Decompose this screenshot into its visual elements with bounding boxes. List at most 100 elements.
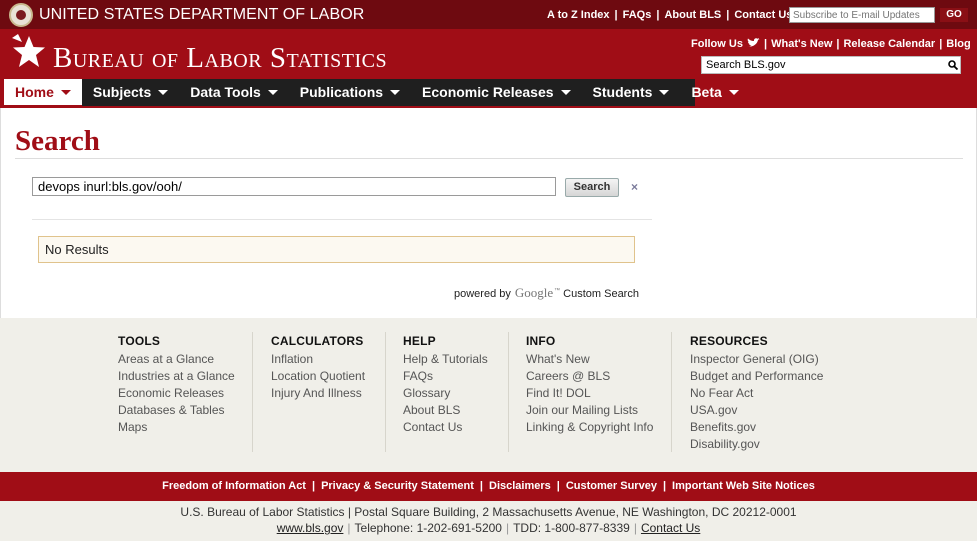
follow-us-label: Follow Us (691, 38, 743, 50)
subscribe-email-input[interactable] (789, 7, 935, 23)
bls-agency-name[interactable]: Bureau of Labor Statistics (53, 42, 387, 75)
dol-top-bar: UNITED STATES DEPARTMENT OF LABOR A to Z… (0, 0, 977, 29)
footer-link[interactable]: Careers @ BLS (526, 368, 653, 385)
title-divider (15, 158, 963, 159)
chevron-down-icon (390, 90, 401, 95)
main-nav: Home Subjects Data Tools Publications Ec… (0, 79, 977, 106)
footer-link[interactable]: Industries at a Glance (118, 368, 235, 385)
footer-column-info: INFO What's New Careers @ BLS Find It! D… (526, 334, 653, 436)
footer-column-help: HELP Help & Tutorials FAQs Glossary Abou… (403, 334, 488, 436)
footer-link[interactable]: No Fear Act (690, 385, 823, 402)
link-web-site-notices[interactable]: Important Web Site Notices (672, 480, 815, 492)
twitter-icon (747, 38, 761, 47)
nav-economic-releases[interactable]: Economic Releases (411, 79, 582, 106)
link-disclaimers[interactable]: Disclaimers (489, 480, 551, 492)
link-privacy-security[interactable]: Privacy & Security Statement (321, 480, 474, 492)
footer-policy-bar: Freedom of Information Act | Privacy & Sec… (0, 472, 977, 501)
footer-link[interactable]: Contact Us (403, 419, 488, 436)
chevron-down-icon (267, 90, 278, 95)
chevron-down-icon (560, 90, 571, 95)
page-title: Search (15, 125, 100, 157)
footer-link[interactable]: Location Quotient (271, 368, 365, 385)
subscribe-go-button[interactable]: GO (940, 8, 968, 22)
bls-header: Bureau of Labor Statistics Follow Us | Wh… (0, 29, 977, 79)
header-links: Follow Us | What's New | Release Calendar | B… (691, 38, 971, 50)
powered-by-label: powered by (454, 288, 511, 300)
chevron-down-icon (158, 90, 169, 95)
footer-address: U.S. Bureau of Labor Statistics | Postal… (180, 505, 797, 519)
chevron-down-icon (728, 90, 739, 95)
link-whats-new[interactable]: What's New (771, 38, 832, 50)
footer-column-divider (508, 332, 509, 452)
footer-link[interactable]: What's New (526, 351, 653, 368)
powered-by-google: powered by Google™ Custom Search (454, 285, 639, 301)
footer-link[interactable]: Maps (118, 419, 235, 436)
chevron-down-icon (60, 90, 71, 95)
search-icon[interactable] (948, 60, 958, 70)
footer-link[interactable]: Inspector General (OIG) (690, 351, 823, 368)
footer-link[interactable]: About BLS (403, 402, 488, 419)
footer-link[interactable]: Injury And Illness (271, 385, 365, 402)
link-about-bls[interactable]: About BLS (664, 9, 721, 21)
trademark-mark: ™ (554, 288, 561, 294)
footer-link[interactable]: Economic Releases (118, 385, 235, 402)
dol-seal-icon[interactable] (9, 3, 33, 27)
nav-publications-label: Publications (299, 84, 384, 100)
site-search-input[interactable] (701, 56, 961, 74)
chevron-down-icon (659, 90, 670, 95)
follow-us-link[interactable]: Follow Us (691, 38, 761, 50)
link-blog[interactable]: Blog (946, 38, 970, 50)
custom-search-label: Custom Search (563, 288, 639, 300)
footer-link[interactable]: Inflation (271, 351, 365, 368)
footer-contact-line: www.bls.gov | Telephone: 1-202-691-5200 | TD… (276, 521, 701, 535)
search-query-input[interactable] (32, 177, 556, 196)
footer-heading-info: INFO (526, 334, 556, 348)
footer-link[interactable]: Help & Tutorials (403, 351, 488, 368)
link-a-to-z-index[interactable]: A to Z Index (547, 9, 610, 21)
link-bls-gov[interactable]: www.bls.gov (277, 521, 344, 535)
footer-link[interactable]: Areas at a Glance (118, 351, 235, 368)
nav-beta-label: Beta (691, 84, 722, 100)
nav-data-tools-label: Data Tools (190, 84, 261, 100)
site-footer: TOOLS Areas at a Glance Industries at a … (0, 318, 977, 472)
nav-home-label: Home (15, 84, 54, 100)
footer-link[interactable]: Linking & Copyright Info (526, 419, 653, 436)
nav-publications[interactable]: Publications (289, 79, 411, 106)
footer-heading-calculators: CALCULATORS (271, 334, 364, 348)
footer-link[interactable]: Databases & Tables (118, 402, 235, 419)
footer-link[interactable]: Glossary (403, 385, 488, 402)
footer-link[interactable]: Benefits.gov (690, 419, 823, 436)
footer-link[interactable]: FAQs (403, 368, 488, 385)
footer-link[interactable]: Join our Mailing Lists (526, 402, 653, 419)
nav-subjects-label: Subjects (92, 84, 152, 100)
footer-column-divider (252, 332, 253, 452)
top-links: A to Z Index | FAQs | About BLS | Contact Us (547, 9, 793, 21)
search-content: Search Search × No Results powered byGoo… (0, 108, 977, 318)
dol-title[interactable]: UNITED STATES DEPARTMENT OF LABOR (39, 6, 364, 24)
search-button[interactable]: Search (565, 178, 619, 197)
footer-link[interactable]: Disability.gov (690, 436, 823, 453)
google-logo: Google (514, 285, 554, 300)
link-customer-survey[interactable]: Customer Survey (566, 480, 657, 492)
link-faqs[interactable]: FAQs (623, 9, 652, 21)
clear-icon[interactable]: × (631, 180, 638, 194)
footer-link[interactable]: Budget and Performance (690, 368, 823, 385)
nav-students-label: Students (592, 84, 653, 100)
nav-subjects[interactable]: Subjects (82, 79, 179, 106)
link-release-calendar[interactable]: Release Calendar (843, 38, 935, 50)
nav-economic-releases-label: Economic Releases (422, 84, 554, 100)
nav-beta[interactable]: Beta (680, 79, 749, 106)
results-divider (32, 219, 652, 220)
bls-star-logo-icon[interactable] (10, 32, 48, 72)
footer-column-calculators: CALCULATORS Inflation Location Quotient … (271, 334, 365, 402)
nav-students[interactable]: Students (582, 79, 681, 106)
link-foia[interactable]: Freedom of Information Act (162, 480, 306, 492)
footer-column-resources: RESOURCES Inspector General (OIG) Budget… (690, 334, 823, 453)
nav-data-tools[interactable]: Data Tools (179, 79, 289, 106)
nav-home[interactable]: Home (4, 79, 82, 106)
link-contact-us[interactable]: Contact Us (734, 9, 792, 21)
footer-heading-resources: RESOURCES (690, 334, 768, 348)
footer-link[interactable]: Find It! DOL (526, 385, 653, 402)
link-footer-contact-us[interactable]: Contact Us (641, 521, 700, 535)
footer-link[interactable]: USA.gov (690, 402, 823, 419)
